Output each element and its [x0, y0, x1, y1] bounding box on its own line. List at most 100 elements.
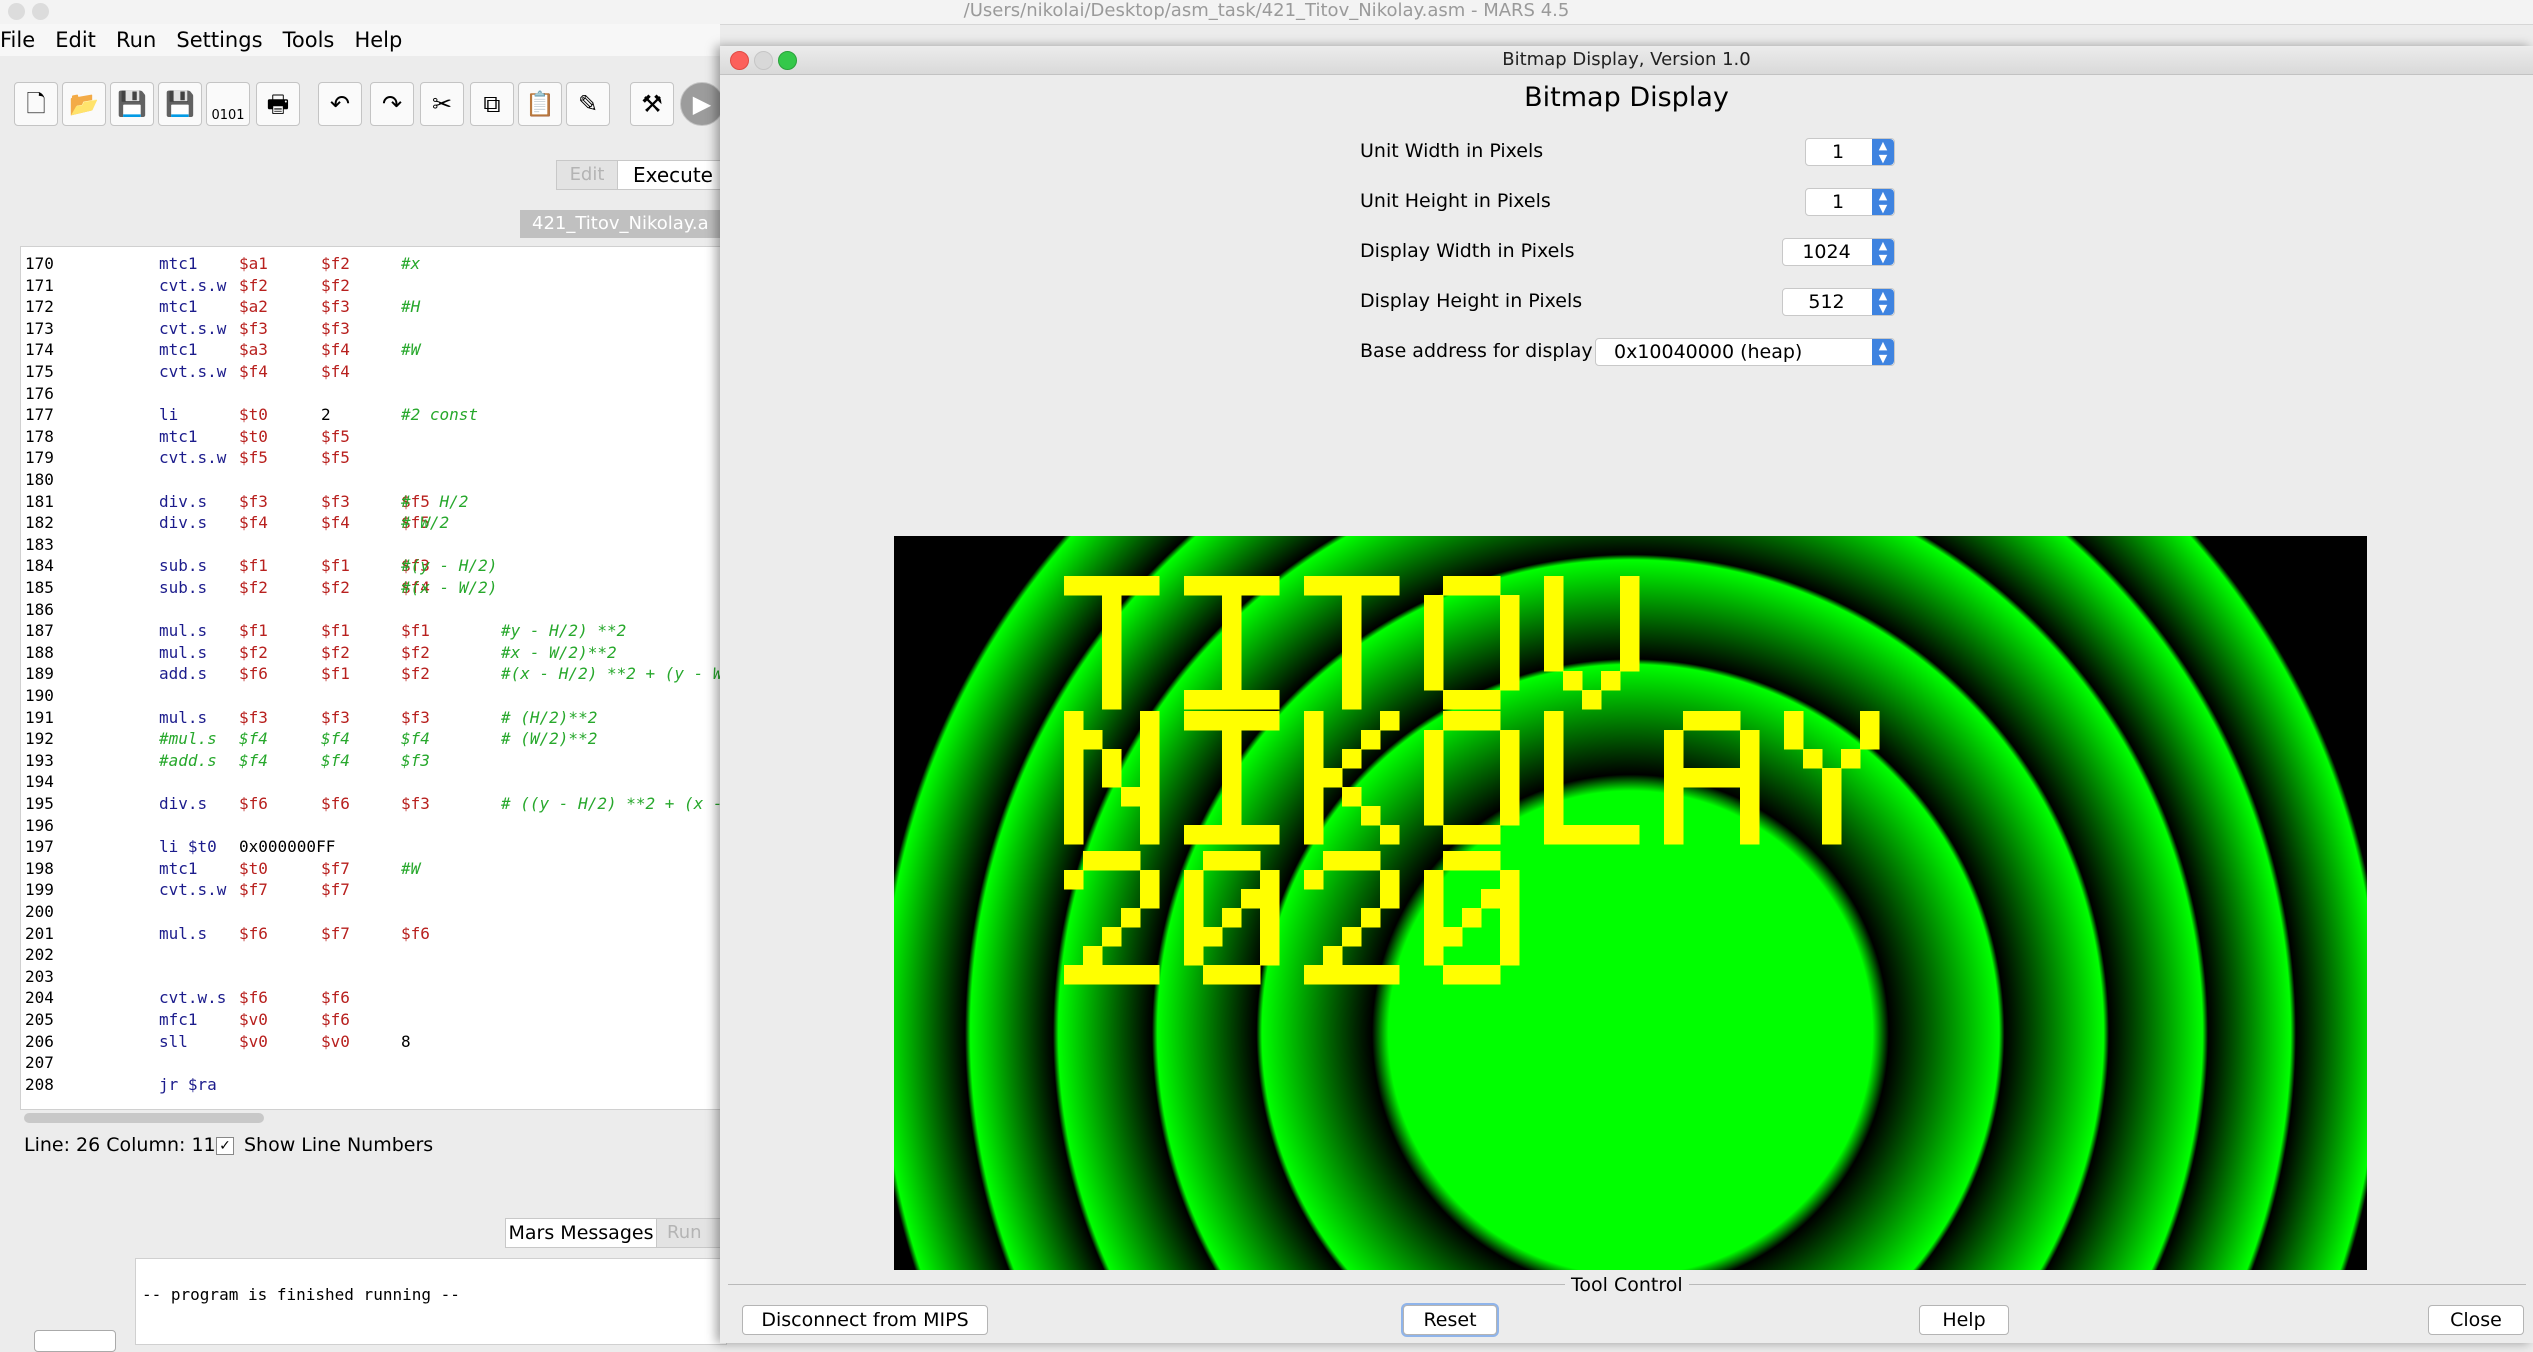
run-icon[interactable]: ▶ — [680, 82, 724, 126]
find-replace-icon[interactable]: ✎ — [566, 82, 610, 126]
operand: $f5 — [321, 426, 350, 446]
comment: #x - W/2)**2 — [501, 642, 617, 662]
text-pixel — [1064, 768, 1084, 788]
menu-settings[interactable]: Settings — [176, 24, 262, 56]
clear-button[interactable] — [34, 1330, 116, 1352]
unit-width-select[interactable]: 1 ▲ ▼ — [1805, 138, 1895, 166]
comment: #2 const — [401, 405, 479, 425]
tool-control-label: Tool Control — [1565, 1274, 1689, 1296]
line-number: 197 — [25, 837, 54, 857]
text-pixel — [1424, 787, 1444, 807]
unit-width-label: Unit Width in Pixels — [1360, 140, 1544, 162]
unit-height-select[interactable]: 1 ▲ ▼ — [1805, 188, 1895, 216]
undo-icon[interactable]: ↶ — [318, 82, 362, 126]
line-number: 173 — [25, 318, 54, 338]
instruction: mtc1 — [159, 426, 198, 446]
tab-mars-messages[interactable]: Mars Messages — [505, 1218, 657, 1248]
menu-run[interactable]: Run — [116, 24, 156, 56]
text-pixel — [1203, 851, 1223, 871]
base-address-select[interactable]: 0x10040000 (heap) ▲ ▼ — [1595, 338, 1895, 366]
menu-help[interactable]: Help — [354, 24, 402, 56]
instruction: sub.s — [159, 578, 208, 597]
save-as-icon[interactable]: 💾 — [158, 82, 202, 126]
horizontal-scrollbar[interactable] — [24, 1113, 264, 1123]
instruction: cvt.w.s — [159, 988, 227, 1008]
operand: $f2 — [321, 254, 350, 273]
text-pixel — [1323, 576, 1343, 596]
line-number: 207 — [25, 1053, 54, 1073]
file-tab[interactable]: 421_Titov_Nikolay.a — [520, 210, 732, 238]
text-pixel — [1443, 576, 1463, 596]
cut-icon[interactable]: ✂ — [420, 82, 464, 126]
text-pixel — [1304, 749, 1324, 769]
line-number: 191 — [25, 707, 54, 727]
line-number: 177 — [25, 405, 54, 425]
operand: $v0 — [239, 1031, 268, 1051]
text-pixel — [1702, 711, 1722, 731]
text-pixel — [1203, 576, 1223, 596]
text-pixel — [1222, 652, 1242, 672]
dump-memory-icon[interactable]: 0101 — [206, 82, 250, 126]
text-pixel — [1102, 614, 1122, 634]
text-pixel — [1222, 595, 1242, 615]
line-number: 190 — [25, 686, 54, 705]
close-button[interactable]: Close — [2428, 1305, 2524, 1335]
text-pixel — [1102, 927, 1122, 947]
text-pixel — [1500, 614, 1520, 634]
comment: #H — [401, 297, 421, 317]
line-number: 178 — [25, 426, 54, 446]
new-file-icon[interactable]: 🗋 — [14, 82, 58, 126]
display-width-select[interactable]: 1024 ▲ ▼ — [1782, 238, 1895, 266]
bitmap-display-window: Bitmap Display, Version 1.0 Bitmap Displ… — [720, 46, 2533, 1343]
line-number: 182 — [25, 513, 54, 533]
text-pixel — [1304, 870, 1324, 890]
text-pixel — [1424, 633, 1444, 653]
show-line-numbers-checkbox[interactable]: ✓ — [216, 1137, 234, 1155]
disconnect-button[interactable]: Disconnect from MIPS — [742, 1305, 988, 1335]
text-pixel — [1140, 965, 1160, 985]
text-pixel — [1462, 965, 1482, 985]
text-pixel — [1443, 711, 1463, 731]
literal: 2 — [321, 405, 331, 425]
comment: #(x - H/2) **2 + (y - W/ — [501, 664, 722, 684]
menu-edit[interactable]: Edit — [55, 24, 96, 56]
text-pixel — [1342, 671, 1362, 691]
operand: $f3 — [321, 707, 350, 727]
tab-edit[interactable]: Edit — [556, 160, 618, 190]
text-pixel — [1140, 870, 1160, 890]
menu-tools[interactable]: Tools — [283, 24, 335, 56]
tab-execute[interactable]: Execute — [617, 160, 729, 190]
copy-icon[interactable]: ⧉ — [470, 82, 514, 126]
text-pixel — [1664, 768, 1684, 788]
text-pixel — [1203, 825, 1223, 845]
paste-icon[interactable]: 📋 — [518, 82, 562, 126]
save-icon[interactable]: 💾 — [110, 82, 154, 126]
text-pixel — [1424, 595, 1444, 615]
print-icon[interactable]: 🖶 — [256, 82, 300, 126]
text-pixel — [1822, 806, 1842, 826]
open-file-icon[interactable]: 📂 — [62, 82, 106, 126]
operand: $f1 — [321, 664, 350, 684]
text-pixel — [1121, 787, 1141, 807]
menu-file[interactable]: File — [0, 24, 35, 56]
redo-icon[interactable]: ↷ — [370, 82, 414, 126]
reset-button[interactable]: Reset — [1403, 1305, 1497, 1335]
instruction: mul.s — [159, 707, 208, 727]
text-pixel — [1241, 889, 1261, 909]
display-height-select[interactable]: 512 ▲ ▼ — [1782, 288, 1895, 316]
assemble-icon[interactable]: ⚒ — [630, 82, 674, 126]
text-pixel — [1620, 633, 1640, 653]
text-pixel — [1740, 730, 1760, 750]
text-pixel — [1664, 825, 1684, 845]
text-pixel — [1342, 652, 1362, 672]
operand: $f3 — [239, 318, 268, 338]
text-pixel — [1740, 825, 1760, 845]
text-pixel — [1601, 825, 1621, 845]
help-button[interactable]: Help — [1919, 1305, 2009, 1335]
text-pixel — [1102, 595, 1122, 615]
display-width-label: Display Width in Pixels — [1360, 240, 1575, 262]
text-pixel — [1544, 652, 1564, 672]
code-editor[interactable]: 170 mtc1 $a1 $f2 #x 171 cvt.s.w $f2 $f2 172 mtc1 $a… — [20, 246, 722, 1110]
text-pixel — [1544, 806, 1564, 826]
operand: $f3 — [401, 707, 430, 727]
